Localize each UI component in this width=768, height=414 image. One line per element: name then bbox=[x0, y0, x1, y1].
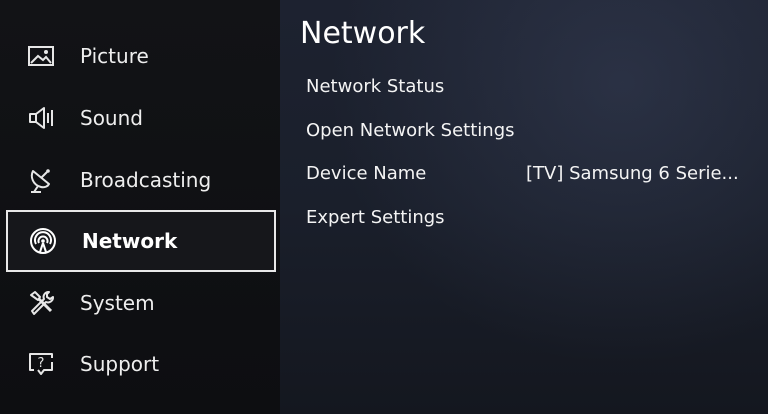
menu-item-label: Expert Settings bbox=[306, 206, 445, 228]
menu-item-label: Network Status bbox=[306, 75, 445, 97]
sidebar-item-label: Sound bbox=[80, 106, 143, 130]
svg-text:?: ? bbox=[38, 356, 45, 371]
sidebar-item-picture[interactable]: Picture bbox=[6, 27, 276, 85]
menu-item-label: Device Name bbox=[306, 162, 427, 184]
tv-settings-screen: Picture Sound Broadcasting Network Syste… bbox=[0, 0, 768, 414]
sidebar-item-label: System bbox=[80, 291, 155, 315]
satellite-dish-icon bbox=[26, 166, 56, 194]
network-icon bbox=[28, 227, 58, 255]
sidebar-item-label: Broadcasting bbox=[80, 168, 212, 192]
sidebar-item-system[interactable]: System bbox=[6, 274, 276, 332]
picture-icon bbox=[26, 42, 56, 70]
menu-item-open-network-settings[interactable]: Open Network Settings bbox=[306, 115, 746, 145]
sidebar-item-broadcasting[interactable]: Broadcasting bbox=[6, 151, 276, 209]
sidebar-item-label: Support bbox=[80, 352, 160, 376]
page-title: Network bbox=[300, 16, 426, 51]
menu-item-expert-settings[interactable]: Expert Settings bbox=[306, 202, 746, 232]
sidebar-item-sound[interactable]: Sound bbox=[6, 89, 276, 147]
sidebar-item-network[interactable]: Network bbox=[6, 210, 276, 272]
menu-item-network-status[interactable]: Network Status bbox=[306, 71, 746, 101]
device-name-value: [TV] Samsung 6 Serie... bbox=[526, 162, 739, 184]
menu-item-device-name[interactable]: Device Name [TV] Samsung 6 Serie... bbox=[306, 158, 746, 188]
sidebar-item-support[interactable]: ? Support bbox=[6, 335, 276, 393]
sidebar-item-label: Picture bbox=[80, 44, 149, 68]
tools-icon bbox=[26, 289, 56, 317]
speaker-icon bbox=[26, 104, 56, 132]
network-settings-panel: Network Network Status Open Network Sett… bbox=[280, 0, 768, 414]
sidebar-item-label: Network bbox=[82, 229, 178, 253]
menu-item-label: Open Network Settings bbox=[306, 119, 515, 141]
settings-sidebar: Picture Sound Broadcasting Network Syste… bbox=[0, 0, 280, 414]
help-icon: ? bbox=[26, 350, 56, 378]
